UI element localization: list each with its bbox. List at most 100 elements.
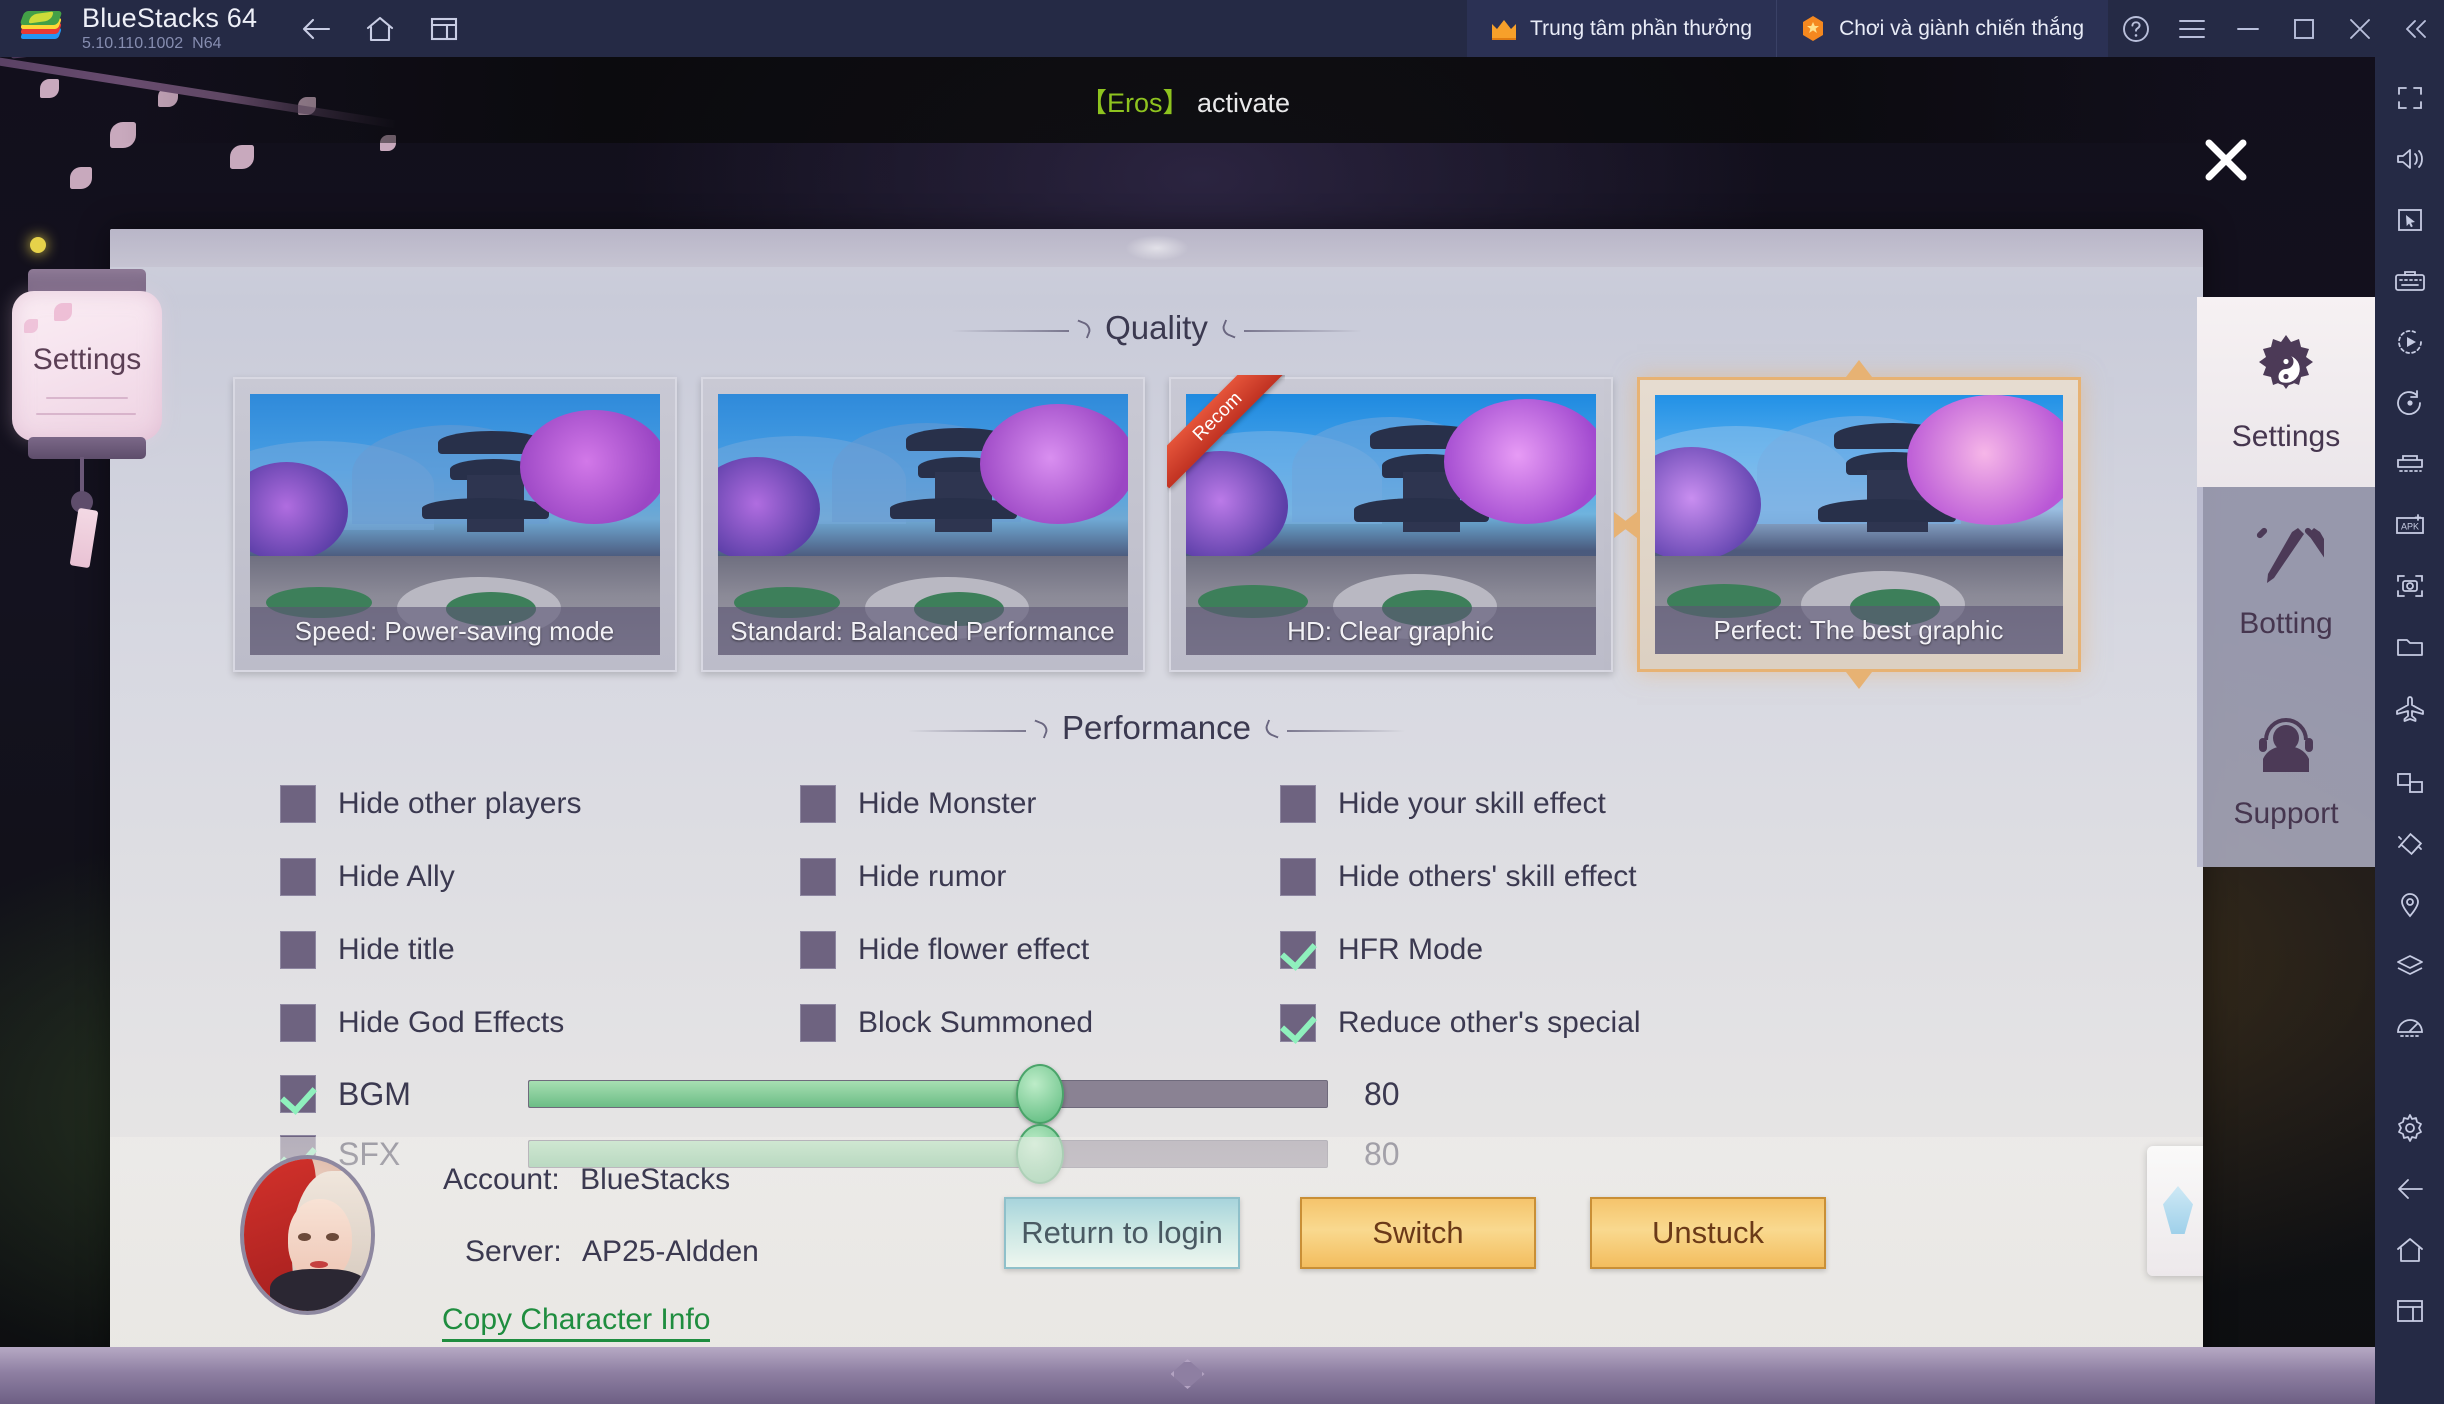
quality-option-label: Perfect: The best graphic xyxy=(1654,606,2063,654)
gear-yinyang-icon xyxy=(2248,331,2324,412)
marquee-rest-text: activate xyxy=(1189,87,1291,118)
keyboard-controls-icon[interactable] xyxy=(2375,250,2444,311)
return-to-login-button[interactable]: Return to login xyxy=(1004,1197,1240,1269)
minimize-icon[interactable] xyxy=(2220,0,2276,57)
crossed-swords-icon xyxy=(2248,524,2345,599)
checkbox-row-hide-title[interactable]: Hide title xyxy=(280,913,800,986)
checkbox-label: Hide your skill effect xyxy=(1338,786,1606,820)
checkbox-box[interactable] xyxy=(1280,784,1316,823)
quality-section-header: Quality xyxy=(110,309,2203,347)
promo-rewards-center[interactable]: Trung tâm phần thưởng xyxy=(1467,0,1777,57)
switch-button[interactable]: Switch xyxy=(1300,1197,1536,1269)
layers-icon[interactable] xyxy=(2375,935,2444,996)
close-icon[interactable] xyxy=(2195,129,2257,191)
checkbox-box[interactable] xyxy=(800,930,836,969)
app-title: BlueStacks 64 xyxy=(82,3,258,34)
checkbox-row-block-summoned[interactable]: Block Summoned xyxy=(800,986,1280,1059)
sidebar-item-settings-label: Settings xyxy=(2231,419,2341,453)
promo-play-and-win[interactable]: Chơi và giành chiến thắng xyxy=(1776,0,2108,57)
pip-icon[interactable] xyxy=(2375,752,2444,813)
quality-options-row: Speed: Power-saving mode Standard: Balan… xyxy=(110,360,2203,689)
checkbox-row-hide-rumor[interactable]: Hide rumor xyxy=(800,840,1280,913)
home-icon[interactable] xyxy=(361,10,399,48)
checkbox-row-hide-flower-effect[interactable]: Hide flower effect xyxy=(800,913,1280,986)
quality-option-speed[interactable]: Speed: Power-saving mode xyxy=(232,377,677,672)
quality-option-hd[interactable]: HD: Clear graphic Recom xyxy=(1166,375,1631,672)
rotate-icon[interactable] xyxy=(2375,372,2444,433)
checkbox-row-hide-ally[interactable]: Hide Ally xyxy=(280,840,800,913)
checkbox-box[interactable] xyxy=(800,1003,836,1042)
sidebar-item-settings[interactable]: Settings xyxy=(2197,297,2375,487)
quality-thumbnail: HD: Clear graphic xyxy=(1185,394,1596,655)
collapse-sidebar-icon[interactable] xyxy=(2388,0,2444,57)
multi-instance-icon[interactable] xyxy=(425,10,463,48)
cursor-pointer-icon[interactable] xyxy=(2375,189,2444,250)
slider-track-bgm[interactable] xyxy=(528,1064,1328,1124)
bluestacks-logo-icon xyxy=(19,10,63,48)
account-label: Account: xyxy=(443,1163,560,1196)
checkbox-label: Hide rumor xyxy=(858,859,1007,893)
copy-character-info-link[interactable]: Copy Character Info xyxy=(442,1303,711,1342)
checkbox-row-hide-your-skill-effect[interactable]: Hide your skill effect xyxy=(1280,767,1840,840)
unstuck-button[interactable]: Unstuck xyxy=(1590,1197,1826,1269)
checkbox-row-hide-monster[interactable]: Hide Monster xyxy=(800,767,1280,840)
back-icon[interactable] xyxy=(2375,1158,2444,1219)
quality-option-standard[interactable]: Standard: Balanced Performance xyxy=(700,377,1145,672)
settings-lantern-tab[interactable]: Settings xyxy=(8,269,168,569)
help-icon[interactable] xyxy=(2108,0,2164,57)
multi-instance-manager-icon[interactable] xyxy=(2375,433,2444,494)
headset-support-icon xyxy=(2249,714,2323,789)
title-bar: BlueStacks 64 5.10.110.1002 N64 Trung tâm… xyxy=(0,0,2444,57)
right-toolbar: APK xyxy=(2375,57,2444,1404)
game-side-nav: Settings Botting Support xyxy=(2197,297,2375,867)
macro-play-icon[interactable] xyxy=(2375,311,2444,372)
checkbox-box[interactable] xyxy=(280,930,316,969)
install-apk-icon[interactable]: APK xyxy=(2375,494,2444,555)
checkbox-box[interactable] xyxy=(280,784,316,823)
checkbox-box[interactable] xyxy=(1280,1003,1316,1042)
volume-icon[interactable] xyxy=(2375,128,2444,189)
crown-icon xyxy=(1491,18,1517,40)
selection-arrow-icon xyxy=(1619,511,1637,538)
checkbox-box[interactable] xyxy=(280,857,316,896)
sidebar-item-botting-label: Botting xyxy=(2239,606,2333,640)
airplane-icon[interactable] xyxy=(2375,677,2444,738)
performance-meter-icon[interactable] xyxy=(2375,996,2444,1057)
media-folder-icon[interactable] xyxy=(2375,616,2444,677)
checkbox-box[interactable] xyxy=(800,857,836,896)
recents-icon[interactable] xyxy=(2375,1280,2444,1341)
checkbox-row-hide-god-effects[interactable]: Hide God Effects xyxy=(280,986,800,1059)
screenshot-icon[interactable] xyxy=(2375,555,2444,616)
checkbox-box[interactable] xyxy=(800,784,836,823)
sidebar-item-botting[interactable]: Botting xyxy=(2197,487,2375,677)
checkbox-row-reduce-others-special[interactable]: Reduce other's special xyxy=(1280,986,1840,1059)
slider-handle[interactable] xyxy=(1015,1064,1064,1124)
checkbox-box[interactable] xyxy=(280,1075,316,1113)
menu-icon[interactable] xyxy=(2164,0,2220,57)
quality-option-perfect[interactable]: Perfect: The best graphic xyxy=(1619,360,2081,689)
checkbox-box[interactable] xyxy=(280,1003,316,1042)
maximize-icon[interactable] xyxy=(2276,0,2332,57)
svg-text:APK: APK xyxy=(2400,521,2418,531)
home-icon[interactable] xyxy=(2375,1219,2444,1280)
back-icon[interactable] xyxy=(297,10,335,48)
fullscreen-icon[interactable] xyxy=(2375,67,2444,128)
shake-icon[interactable] xyxy=(2375,813,2444,874)
selection-arrow-icon xyxy=(1845,672,1872,689)
settings-gear-icon[interactable] xyxy=(2375,1097,2444,1158)
checkbox-box[interactable] xyxy=(1280,857,1316,896)
checkbox-row-hfr-mode[interactable]: HFR Mode xyxy=(1280,913,1840,986)
side-floating-card[interactable] xyxy=(2147,1146,2203,1276)
checkbox-row-hide-other-players[interactable]: Hide other players xyxy=(280,767,800,840)
ornament-right-icon xyxy=(1219,319,1362,339)
performance-options-grid: Hide other players Hide Monster Hide you… xyxy=(280,767,2080,1059)
checkbox-row-hide-others-skill-effect[interactable]: Hide others' skill effect xyxy=(1280,840,1840,913)
checkbox-box[interactable] xyxy=(1280,930,1316,969)
selection-arrow-icon xyxy=(1845,360,1872,377)
checkbox-label: Hide Monster xyxy=(858,786,1037,820)
sidebar-item-support[interactable]: Support xyxy=(2197,677,2375,867)
close-icon[interactable] xyxy=(2332,0,2388,57)
location-icon[interactable] xyxy=(2375,874,2444,935)
account-value: BlueStacks xyxy=(580,1163,731,1196)
quality-option-label: Speed: Power-saving mode xyxy=(249,607,660,655)
